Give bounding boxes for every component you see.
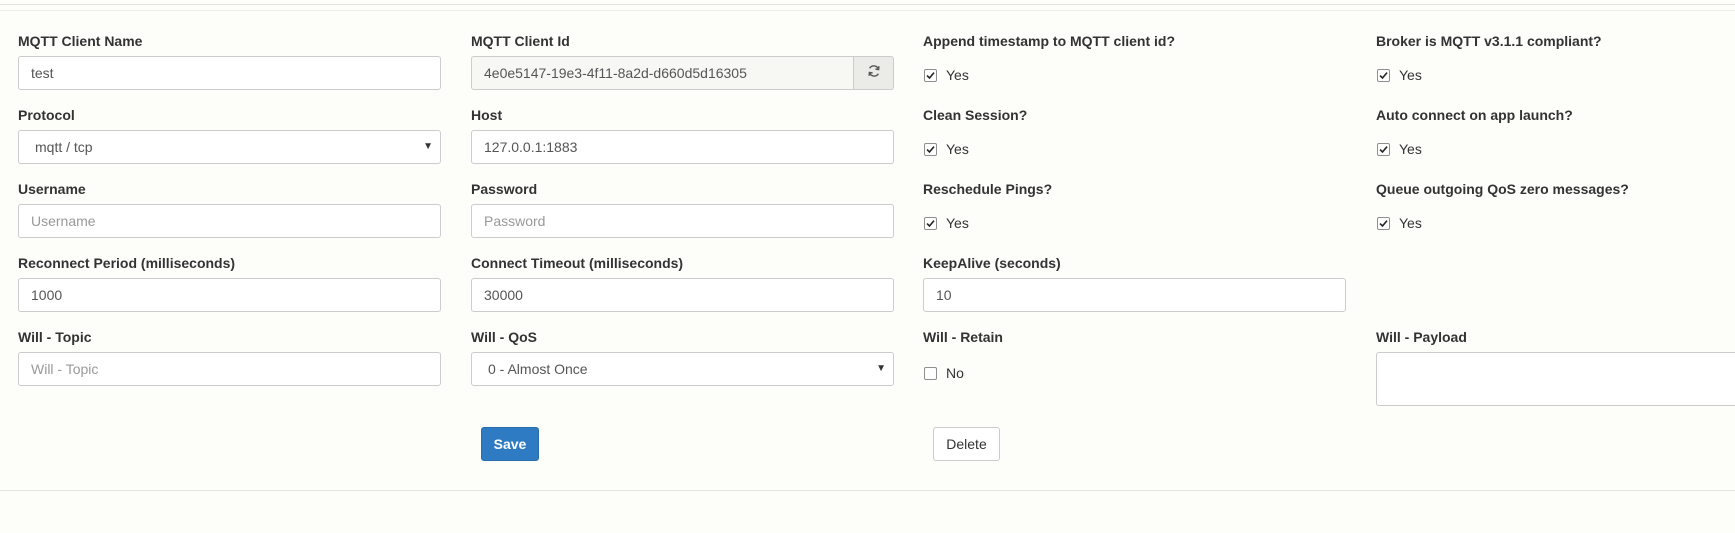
auto-connect-option[interactable]: Yes <box>1377 141 1422 157</box>
will-retain-label: Will - Retain <box>923 329 1003 345</box>
auto-connect-label: Auto connect on app launch? <box>1376 107 1573 123</box>
checkmark-icon <box>1379 219 1388 227</box>
clean-session-checkbox[interactable] <box>924 142 937 156</box>
will-retain-option-label: No <box>946 365 964 381</box>
bottom-divider <box>0 490 1735 491</box>
username-input[interactable]: Username <box>18 204 441 238</box>
clean-session-option[interactable]: Yes <box>924 141 969 157</box>
password-input[interactable]: Password <box>471 204 894 238</box>
connect-timeout-label: Connect Timeout (milliseconds) <box>471 255 684 271</box>
top-divider-secondary <box>0 10 1735 11</box>
will-retain-checkbox[interactable] <box>924 366 937 380</box>
host-label: Host <box>471 107 503 123</box>
auto-connect-checkbox[interactable] <box>1377 142 1390 156</box>
protocol-select[interactable]: mqtt / tcp ▼ <box>18 130 441 164</box>
will-topic-input[interactable]: Will - Topic <box>18 352 441 386</box>
regenerate-client-id-button[interactable] <box>854 56 894 90</box>
will-qos-selected-value: 0 - Almost Once <box>488 361 588 377</box>
client-id-label: MQTT Client Id <box>471 33 570 49</box>
top-divider <box>0 4 1735 5</box>
checkmark-icon <box>926 145 935 153</box>
mqtt311-option-label: Yes <box>1399 67 1422 83</box>
append-timestamp-label: Append timestamp to MQTT client id? <box>923 33 1175 49</box>
protocol-label: Protocol <box>18 107 75 123</box>
queue-qos-zero-option-label: Yes <box>1399 215 1422 231</box>
keepalive-label: KeepAlive (seconds) <box>923 255 1061 271</box>
client-id-input[interactable]: 4e0e5147-19e3-4f11-8a2d-d660d5d16305 <box>471 56 854 90</box>
connect-timeout-input[interactable]: 30000 <box>471 278 894 312</box>
append-timestamp-checkbox[interactable] <box>924 68 937 82</box>
checkmark-icon <box>1379 145 1388 153</box>
will-payload-label: Will - Payload <box>1376 329 1467 345</box>
queue-qos-zero-option[interactable]: Yes <box>1377 215 1422 231</box>
reconnect-period-label: Reconnect Period (milliseconds) <box>18 255 236 271</box>
auto-connect-option-label: Yes <box>1399 141 1422 157</box>
client-name-input[interactable]: test <box>18 56 441 90</box>
delete-button[interactable]: Delete <box>933 427 1000 461</box>
protocol-selected-value: mqtt / tcp <box>35 139 93 155</box>
checkmark-icon <box>926 219 935 227</box>
client-name-label: MQTT Client Name <box>18 33 143 49</box>
will-payload-textarea[interactable] <box>1376 352 1735 406</box>
reschedule-pings-option[interactable]: Yes <box>924 215 969 231</box>
mqtt311-option[interactable]: Yes <box>1377 67 1422 83</box>
will-qos-label: Will - QoS <box>471 329 537 345</box>
host-input[interactable]: 127.0.0.1:1883 <box>471 130 894 164</box>
caret-down-icon: ▼ <box>423 141 433 152</box>
reschedule-pings-checkbox[interactable] <box>924 216 937 230</box>
checkmark-icon <box>926 71 935 79</box>
checkmark-icon <box>1379 71 1388 79</box>
will-topic-label: Will - Topic <box>18 329 92 345</box>
queue-qos-zero-label: Queue outgoing QoS zero messages? <box>1376 181 1629 197</box>
reconnect-period-input[interactable]: 1000 <box>18 278 441 312</box>
mqtt311-checkbox[interactable] <box>1377 68 1390 82</box>
mqtt311-label: Broker is MQTT v3.1.1 compliant? <box>1376 33 1602 49</box>
refresh-icon <box>867 64 881 83</box>
keepalive-input[interactable]: 10 <box>923 278 1346 312</box>
queue-qos-zero-checkbox[interactable] <box>1377 216 1390 230</box>
clean-session-label: Clean Session? <box>923 107 1028 123</box>
username-label: Username <box>18 181 86 197</box>
reschedule-pings-label: Reschedule Pings? <box>923 181 1053 197</box>
password-label: Password <box>471 181 538 197</box>
save-button[interactable]: Save <box>481 427 539 461</box>
append-timestamp-option-label: Yes <box>946 67 969 83</box>
reschedule-pings-option-label: Yes <box>946 215 969 231</box>
caret-down-icon: ▼ <box>876 363 886 374</box>
will-qos-select[interactable]: 0 - Almost Once ▼ <box>471 352 894 386</box>
clean-session-option-label: Yes <box>946 141 969 157</box>
append-timestamp-option[interactable]: Yes <box>924 67 969 83</box>
will-retain-option[interactable]: No <box>924 365 964 381</box>
